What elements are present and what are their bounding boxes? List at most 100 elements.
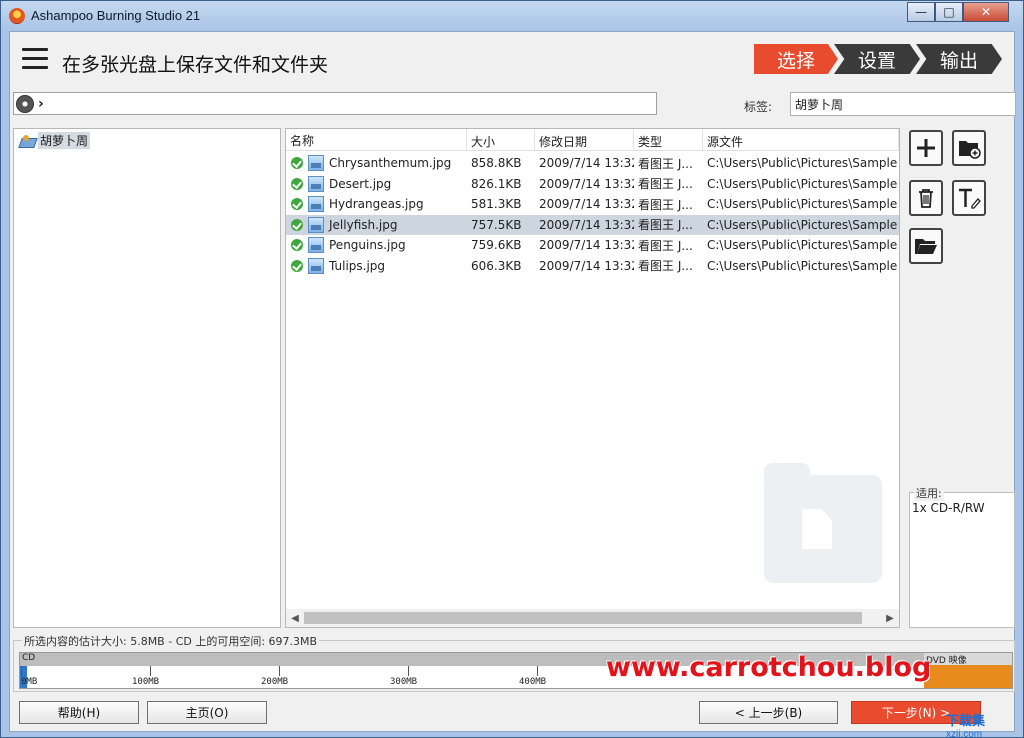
file-source: C:\Users\Public\Pictures\Sample Pi xyxy=(707,258,899,273)
open-folder-button[interactable] xyxy=(909,228,943,264)
file-date: 2009/7/14 13:32 xyxy=(539,197,634,211)
column-size[interactable]: 大小 xyxy=(467,129,535,151)
image-file-icon xyxy=(308,257,324,274)
add-button[interactable] xyxy=(909,130,943,166)
file-name: Hydrangeas.jpg xyxy=(329,197,424,211)
file-type: 看图王 J... xyxy=(638,238,693,253)
file-source: C:\Users\Public\Pictures\Sample Pi xyxy=(707,197,899,211)
path-bar[interactable]: › xyxy=(13,92,657,115)
tree-item-root[interactable]: 胡萝卜周 xyxy=(20,132,91,149)
file-date: 2009/7/14 13:32 xyxy=(539,156,634,170)
new-folder-button[interactable] xyxy=(952,130,986,166)
table-row[interactable]: Jellyfish.jpg 757.5KB 2009/7/14 13:32 看图王 J… xyxy=(286,214,899,235)
file-type: 看图王 J... xyxy=(638,177,693,191)
rename-icon xyxy=(959,188,981,209)
image-file-icon xyxy=(308,175,324,192)
disc-label-input[interactable]: 胡萝卜周 xyxy=(790,92,1016,116)
file-name: Penguins.jpg xyxy=(329,238,406,252)
window-title: Ashampoo Burning Studio 21 xyxy=(31,8,201,23)
file-size: 606.3KB xyxy=(471,258,522,273)
table-row[interactable]: Penguins.jpg 759.6KB 2009/7/14 13:32 看图王 J.… xyxy=(286,235,899,255)
step-select[interactable]: 选择 xyxy=(754,44,838,74)
file-list[interactable]: 名称 大小 修改日期 类型 源文件 Chrysanthemum.jpg 858.8… xyxy=(285,128,900,628)
add-icon xyxy=(917,139,935,157)
folder-tree[interactable]: 胡萝卜周 xyxy=(13,128,281,628)
column-date[interactable]: 修改日期 xyxy=(535,129,634,151)
minimize-button[interactable]: — xyxy=(907,2,935,22)
check-ok-icon xyxy=(291,157,303,169)
file-size: 858.8KB xyxy=(471,156,522,170)
file-source: C:\Users\Public\Pictures\Sample Pi xyxy=(707,238,899,252)
window-controls: — □ ✕ xyxy=(907,2,1009,22)
table-row[interactable]: Tulips.jpg 606.3KB 2009/7/14 13:32 看图王 J...… xyxy=(286,256,899,276)
column-source[interactable]: 源文件 xyxy=(703,129,899,151)
table-row[interactable]: Chrysanthemum.jpg 858.8KB 2009/7/14 13:32 看… xyxy=(286,153,899,173)
close-button[interactable]: ✕ xyxy=(963,2,1009,22)
file-size: 757.5KB xyxy=(471,217,522,232)
page-title: 在多张光盘上保存文件和文件夹 xyxy=(62,54,329,76)
maximize-button[interactable]: □ xyxy=(935,2,963,22)
image-file-icon xyxy=(308,155,324,171)
file-type: 看图王 J... xyxy=(638,156,693,171)
new-folder-icon xyxy=(959,141,981,159)
delete-button[interactable] xyxy=(909,180,943,216)
file-size: 759.6KB xyxy=(471,238,522,252)
file-name: Tulips.jpg xyxy=(329,258,386,273)
file-name: Desert.jpg xyxy=(329,176,392,191)
capacity-summary: 所选内容的估计大小: 5.8MB - CD 上的可用空间: 697.3MB xyxy=(22,633,320,649)
watermark-brand: 下载集 xzji.com xyxy=(946,710,985,738)
table-row[interactable]: Hydrangeas.jpg 581.3KB 2009/7/14 13:32 看图王 … xyxy=(286,194,899,214)
step-settings[interactable]: 设置 xyxy=(834,44,920,74)
dvd-label: DVD 映像 xyxy=(924,653,1012,666)
file-name: Chrysanthemum.jpg xyxy=(329,156,452,170)
scroll-right-icon[interactable]: ▶ xyxy=(881,609,899,627)
check-ok-icon xyxy=(291,239,303,251)
check-ok-icon xyxy=(291,198,303,210)
watermark-brand-name: 下载集 xyxy=(946,713,986,728)
check-ok-icon xyxy=(291,177,303,190)
step-output[interactable]: 输出 xyxy=(916,44,1002,74)
file-name-cell: Tulips.jpg xyxy=(286,257,467,274)
disc-project-icon xyxy=(20,134,36,147)
file-type: 看图王 J... xyxy=(638,259,693,273)
chevron-right-icon[interactable]: › xyxy=(38,96,44,112)
file-source: C:\Users\Public\Pictures\Sample Pi xyxy=(707,156,899,170)
hamburger-menu-icon[interactable] xyxy=(22,48,48,70)
rename-button[interactable] xyxy=(952,180,986,216)
suitable-value: 1x CD-R/RW xyxy=(912,501,985,515)
home-button[interactable]: 主页(O) xyxy=(147,701,267,724)
tick-label: 300MB xyxy=(390,677,418,687)
tick-label: 100MB xyxy=(132,677,160,687)
column-type[interactable]: 类型 xyxy=(634,129,703,151)
back-button[interactable]: < 上一步(B) xyxy=(699,701,838,724)
client-area: 在多张光盘上保存文件和文件夹 选择 设置 输出 › 标签: 胡萝卜周 胡萝卜周 … xyxy=(9,31,1016,738)
cd-label: CD xyxy=(22,653,36,663)
tick-mark xyxy=(537,666,538,676)
file-date: 2009/7/14 13:32 xyxy=(539,238,634,252)
tree-item-label: 胡萝卜周 xyxy=(38,132,91,149)
watermark-url: www.carrotchou.blog xyxy=(606,652,932,683)
column-name[interactable]: 名称 xyxy=(286,129,467,151)
label-caption: 标签: xyxy=(744,100,773,114)
open-folder-icon xyxy=(915,239,937,254)
horizontal-scrollbar[interactable]: ◀ ▶ xyxy=(286,609,899,627)
file-date: 2009/7/14 13:32 xyxy=(539,258,634,273)
scroll-left-icon[interactable]: ◀ xyxy=(286,609,304,627)
suitable-title: 适用: xyxy=(914,485,944,501)
image-file-icon xyxy=(308,237,324,253)
image-file-icon xyxy=(308,216,324,233)
check-ok-icon xyxy=(291,259,303,272)
title-bar: Ashampoo Burning Studio 21 — □ ✕ xyxy=(1,1,1023,31)
tick-mark xyxy=(150,666,151,676)
app-window: Ashampoo Burning Studio 21 — □ ✕ 在多张光盘上保… xyxy=(0,0,1024,738)
file-source: C:\Users\Public\Pictures\Sample Pi xyxy=(707,217,899,232)
file-name-cell: Desert.jpg xyxy=(286,175,467,192)
wizard-steps: 选择 设置 输出 xyxy=(754,44,1002,74)
tick-mark xyxy=(21,666,22,676)
scroll-thumb[interactable] xyxy=(304,612,862,624)
file-name-cell: Penguins.jpg xyxy=(286,237,467,253)
file-size: 826.1KB xyxy=(471,176,522,191)
table-row[interactable]: Desert.jpg 826.1KB 2009/7/14 13:32 看图王 J...… xyxy=(286,174,899,194)
help-button[interactable]: 帮助(H) xyxy=(19,701,139,724)
watermark-brand-sub: xzji.com xyxy=(946,729,983,738)
